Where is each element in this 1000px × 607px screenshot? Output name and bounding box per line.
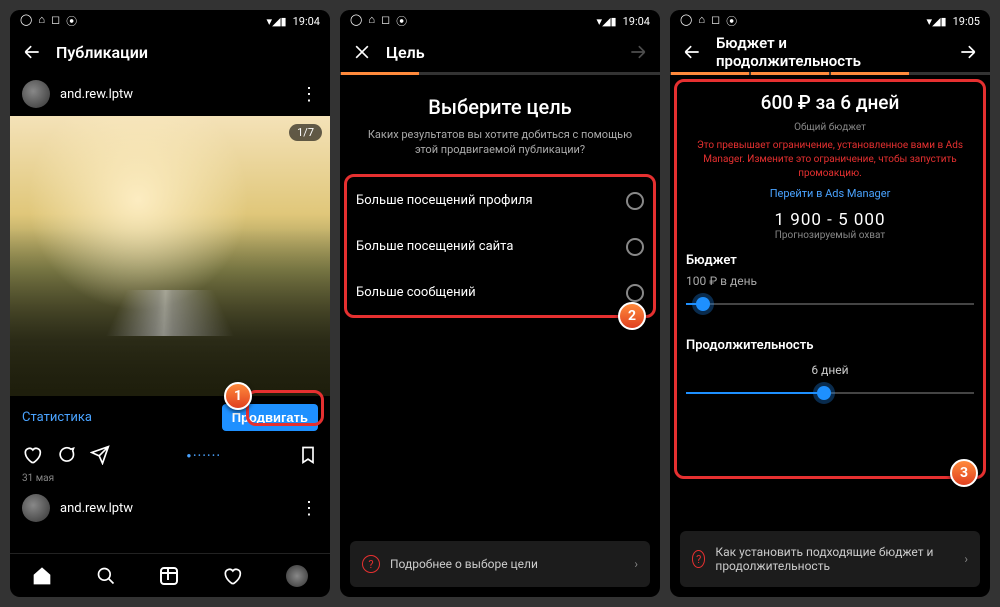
chevron-right-icon: › xyxy=(964,552,968,566)
clock: 19:05 xyxy=(953,15,980,28)
helper-text: Подробнее о выборе цели xyxy=(390,557,538,571)
step-badge-1: 1 xyxy=(224,382,252,410)
profile-avatar[interactable] xyxy=(286,565,308,587)
header: Публикации xyxy=(10,32,330,72)
bookmark-icon[interactable] xyxy=(298,445,318,465)
back-icon[interactable] xyxy=(682,42,702,62)
username: and.rew.lptw xyxy=(60,87,133,102)
goal-option-website[interactable]: Больше посещений сайта xyxy=(340,224,660,270)
goal-heading-block: Выберите цель Каких результатов вы хотит… xyxy=(340,75,660,178)
reels-icon[interactable] xyxy=(160,567,178,585)
option-label: Больше сообщений xyxy=(356,285,476,300)
budget-label: Бюджет xyxy=(670,247,990,274)
step-badge-2: 2 xyxy=(618,302,646,330)
home-icon[interactable] xyxy=(32,566,52,586)
chevron-right-icon: › xyxy=(634,557,638,571)
page-title: Публикации xyxy=(56,43,148,62)
screen-budget: ◯ ⌂ ◻ ⦿ ▾ ◢ ▮ 19:05 Бюджет и продолжител… xyxy=(670,10,990,597)
heart-icon[interactable] xyxy=(22,445,42,465)
bottom-nav xyxy=(10,553,330,597)
avatar xyxy=(22,80,50,108)
reach-sub: Прогнозируемый охват xyxy=(688,230,972,241)
post-image[interactable]: 1/7 xyxy=(10,116,330,396)
screen-goal: ◯ ⌂ ◻ ⦿ ▾ ◢ ▮ 19:04 Цель Выберите цель К… xyxy=(340,10,660,597)
shop-icon: ⌂ xyxy=(698,13,705,29)
status-bar: ◯ ⌂ ◻ ⦿ ▾ ◢ ▮ 19:04 xyxy=(10,10,330,32)
budget-slider[interactable] xyxy=(686,294,974,314)
battery-icon: ▮ xyxy=(941,15,947,28)
option-label: Больше посещений профиля xyxy=(356,193,533,208)
opera-icon: ◯ xyxy=(680,13,692,29)
signal-icon: ◢ xyxy=(932,15,940,28)
help-icon: ? xyxy=(362,555,380,573)
square-icon: ◻ xyxy=(51,13,60,29)
goal-heading: Выберите цель xyxy=(358,95,642,119)
more-icon[interactable]: ⋮ xyxy=(300,84,318,105)
share-icon[interactable] xyxy=(90,445,110,465)
shazam-icon: ⦿ xyxy=(66,13,77,29)
header: Бюджет и продолжительность xyxy=(670,32,990,72)
duration-slider[interactable] xyxy=(686,383,974,403)
signal-icon: ◢ xyxy=(602,15,610,28)
stats-link[interactable]: Статистика xyxy=(22,410,92,425)
opera-icon: ◯ xyxy=(20,13,32,29)
option-label: Больше посещений сайта xyxy=(356,239,513,254)
avatar xyxy=(22,494,50,522)
page-title: Цель xyxy=(386,43,425,62)
close-icon[interactable] xyxy=(352,42,372,62)
comment-icon[interactable] xyxy=(56,445,76,465)
next-post-author[interactable]: and.rew.lptw ⋮ xyxy=(10,486,330,530)
next-icon[interactable] xyxy=(958,42,978,62)
step-badge-3: 3 xyxy=(950,459,978,487)
post-date: 31 мая xyxy=(10,471,330,486)
opera-icon: ◯ xyxy=(350,13,362,29)
username: and.rew.lptw xyxy=(60,501,133,516)
shazam-icon: ⦿ xyxy=(396,13,407,29)
help-icon: ? xyxy=(692,550,705,568)
shazam-icon: ⦿ xyxy=(726,13,737,29)
status-bar: ◯ ⌂ ◻ ⦿ ▾ ◢ ▮ 19:05 xyxy=(670,10,990,32)
duration-label: Продолжительность xyxy=(670,332,990,359)
post-author-row[interactable]: and.rew.lptw ⋮ xyxy=(10,72,330,116)
image-counter: 1/7 xyxy=(289,124,322,141)
header: Цель xyxy=(340,32,660,72)
helper-budget[interactable]: ? Как установить подходящие бюджет и про… xyxy=(680,531,980,587)
budget-value: 100 ₽ в день xyxy=(670,274,990,288)
more-icon[interactable]: ⋮ xyxy=(300,498,318,519)
goal-sub: Каких результатов вы хотите добиться с п… xyxy=(358,127,642,158)
shop-icon: ⌂ xyxy=(368,13,375,29)
square-icon: ◻ xyxy=(711,13,720,29)
battery-icon: ▮ xyxy=(611,15,617,28)
square-icon: ◻ xyxy=(381,13,390,29)
page-title: Бюджет и продолжительность xyxy=(716,34,930,70)
clock: 19:04 xyxy=(623,15,650,28)
action-row: Статистика Продвигать xyxy=(10,396,330,439)
radio-icon xyxy=(626,238,644,256)
shop-icon: ⌂ xyxy=(38,13,45,29)
post-icons: ●•••••• xyxy=(10,439,330,471)
activity-icon[interactable] xyxy=(222,566,242,586)
reach-value: 1 900 - 5 000 xyxy=(688,210,972,230)
battery-icon: ▮ xyxy=(281,15,287,28)
back-icon[interactable] xyxy=(22,42,42,62)
next-icon[interactable] xyxy=(628,42,648,62)
radio-icon xyxy=(626,192,644,210)
budget-warning: Это превышает ограничение, установленное… xyxy=(688,139,972,181)
budget-summary-sub: Общий бюджет xyxy=(688,122,972,133)
budget-summary: 600 ₽ за 6 дней xyxy=(688,91,972,114)
goal-option-messages[interactable]: Больше сообщений xyxy=(340,270,660,316)
carousel-dots: ●•••••• xyxy=(124,451,284,460)
status-bar: ◯ ⌂ ◻ ⦿ ▾ ◢ ▮ 19:04 xyxy=(340,10,660,32)
duration-value: 6 дней xyxy=(670,363,990,377)
summary-block: 600 ₽ за 6 дней Общий бюджет Это превыша… xyxy=(670,75,990,247)
goal-option-profile[interactable]: Больше посещений профиля xyxy=(340,178,660,224)
screen-publications: ◯ ⌂ ◻ ⦿ ▾ ◢ ▮ 19:04 Публикации and.rew.l… xyxy=(10,10,330,597)
helper-goal[interactable]: ? Подробнее о выборе цели › xyxy=(350,541,650,587)
ads-manager-link[interactable]: Перейти в Ads Manager xyxy=(688,187,972,200)
search-icon[interactable] xyxy=(96,566,116,586)
signal-icon: ◢ xyxy=(272,15,280,28)
clock: 19:04 xyxy=(293,15,320,28)
helper-text: Как установить подходящие бюджет и продо… xyxy=(715,545,954,573)
radio-icon xyxy=(626,284,644,302)
